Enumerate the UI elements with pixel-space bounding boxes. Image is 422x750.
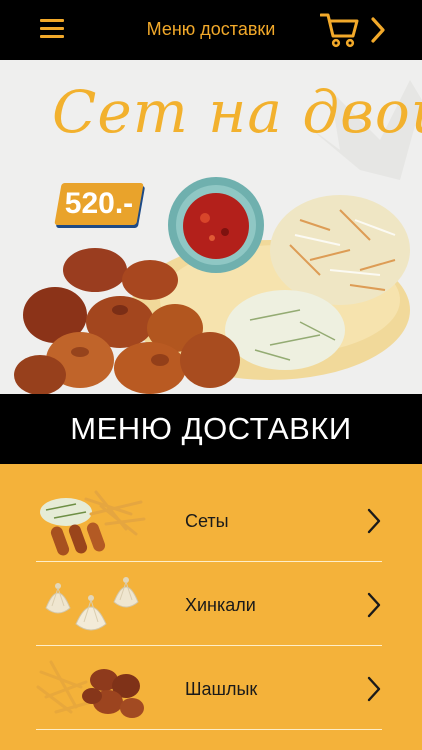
menu-item-label: Шашлык [185, 679, 258, 699]
price-text: 520.- [64, 187, 134, 220]
top-bar: Меню доставки [0, 0, 422, 60]
menu-item-label: Хинкали [185, 595, 256, 615]
chevron-right-icon [367, 508, 381, 534]
shashlik-image [36, 660, 144, 718]
menu-item-label: Сеты [185, 511, 229, 531]
menu-item-khinkali[interactable]: Хинкали [36, 564, 382, 646]
chevron-right-icon [367, 676, 381, 702]
chevron-right-icon [367, 592, 381, 618]
sets-image [40, 490, 146, 556]
divider [36, 561, 382, 562]
price-badge: 520.- [54, 183, 144, 225]
section-title: МЕНЮ ДОСТАВКИ [70, 411, 352, 446]
shopping-cart-icon[interactable] [320, 12, 360, 48]
section-header: МЕНЮ ДОСТАВКИ [0, 394, 422, 464]
promo-banner[interactable]: Сет на двоих 520.- [0, 60, 422, 394]
khinkali-image [45, 577, 139, 631]
menu-item-sets[interactable]: Сеты [36, 480, 382, 562]
menu-list: Сеты Хинкали Шашлык [0, 464, 422, 750]
banner-title: Сет на двоих [52, 78, 422, 146]
divider [36, 729, 382, 730]
menu-item-shashlik[interactable]: Шашлык [36, 648, 382, 730]
divider [36, 645, 382, 646]
chevron-right-icon[interactable] [368, 16, 388, 44]
